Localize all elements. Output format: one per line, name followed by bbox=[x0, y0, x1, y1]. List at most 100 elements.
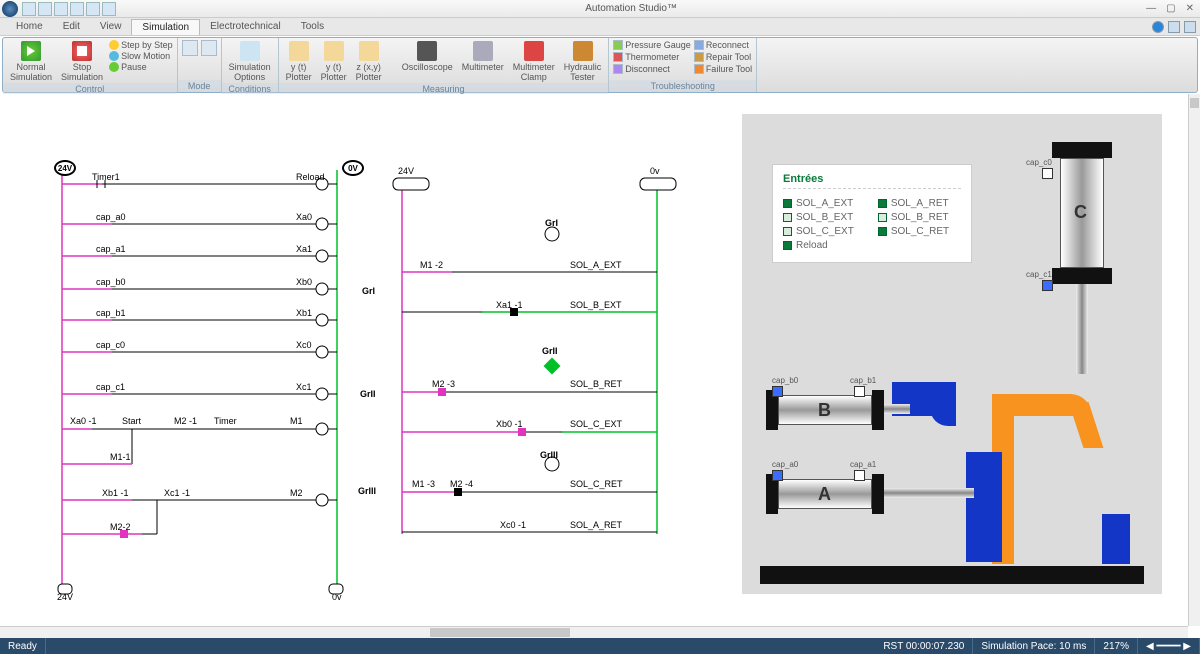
multimeter-clamp-button[interactable]: Multimeter Clamp bbox=[510, 40, 558, 83]
status-zoom[interactable]: 217% bbox=[1095, 638, 1138, 654]
mode-btn[interactable] bbox=[182, 40, 198, 56]
lbl: M2-2 bbox=[110, 522, 131, 532]
lbl: SOL_A_EXT bbox=[570, 260, 622, 270]
xy-plotter-button[interactable]: z (x,y) Plotter bbox=[353, 40, 385, 83]
help-icon[interactable] bbox=[1152, 21, 1164, 33]
lbl: M1 -3 bbox=[412, 479, 435, 489]
failure-tool-button[interactable]: Failure Tool bbox=[694, 64, 752, 74]
sensor-label: cap_c1 bbox=[1026, 270, 1052, 279]
sensor-icon bbox=[854, 470, 865, 481]
lbl: Xa0 bbox=[296, 212, 312, 222]
normal-simulation-button[interactable]: Normal Simulation bbox=[7, 40, 55, 83]
step-by-step-button[interactable]: Step by Step bbox=[109, 40, 173, 50]
stop-simulation-button[interactable]: Stop Simulation bbox=[58, 40, 106, 83]
oscilloscope-button[interactable]: Oscilloscope bbox=[399, 40, 456, 73]
lbl: Xc1 -1 bbox=[164, 488, 190, 498]
entries-left-col: SOL_A_EXT SOL_B_EXT SOL_C_EXT Reload bbox=[783, 195, 854, 254]
tab-tools[interactable]: Tools bbox=[291, 19, 334, 34]
lbl: GrI bbox=[545, 218, 558, 228]
lbl: SOL_C_EXT bbox=[570, 419, 622, 429]
mechanism-panel: Entrées SOL_A_EXT SOL_B_EXT SOL_C_EXT Re… bbox=[742, 114, 1162, 594]
entry-row: SOL_C_RET bbox=[878, 226, 949, 237]
pressure-gauge-button[interactable]: Pressure Gauge bbox=[613, 40, 691, 50]
ribbon-tab-strip: Home Edit View Simulation Electrotechnic… bbox=[0, 18, 1200, 36]
lbl: cap_a1 bbox=[96, 244, 126, 254]
qat-button[interactable] bbox=[38, 2, 52, 16]
node-0v: 0V bbox=[342, 160, 364, 176]
sensor-label: cap_b0 bbox=[772, 376, 798, 385]
fixture-blue bbox=[1102, 514, 1130, 564]
pause-button[interactable]: Pause bbox=[109, 62, 173, 72]
tab-electrotechnical[interactable]: Electrotechnical bbox=[200, 19, 291, 34]
status-ready: Ready bbox=[0, 638, 46, 654]
lbl: Start bbox=[122, 416, 141, 426]
lbl: GrIII bbox=[540, 450, 558, 460]
minimize-button[interactable]: — bbox=[1146, 3, 1156, 14]
lbl: Xc0 -1 bbox=[500, 520, 526, 530]
entry-row: SOL_A_RET bbox=[878, 198, 949, 209]
ribbon-right-group bbox=[1152, 21, 1200, 33]
status-rst: RST 00:00:07.230 bbox=[875, 638, 973, 654]
lbl: Xb1 bbox=[296, 308, 312, 318]
bracket-part bbox=[992, 394, 1102, 564]
zt-plotter-button[interactable]: y (t) Plotter bbox=[318, 40, 350, 83]
rib-btn[interactable] bbox=[1168, 21, 1180, 33]
disconnect-button[interactable]: Disconnect bbox=[613, 64, 691, 74]
sensor-label: cap_c0 bbox=[1026, 158, 1052, 167]
lbl: cap_c0 bbox=[96, 340, 125, 350]
entry-row: SOL_A_EXT bbox=[783, 198, 854, 209]
lbl: Xb0 -1 bbox=[496, 419, 523, 429]
lbl: Timer1 bbox=[92, 172, 120, 182]
lbl: M2 -1 bbox=[174, 416, 197, 426]
tab-home[interactable]: Home bbox=[6, 19, 53, 34]
lbl: 24V bbox=[57, 592, 73, 602]
repair-tool-button[interactable]: Repair Tool bbox=[694, 52, 752, 62]
lbl: GrII bbox=[360, 389, 376, 399]
multimeter-button[interactable]: Multimeter bbox=[459, 40, 507, 73]
rib-btn[interactable] bbox=[1184, 21, 1196, 33]
qat-button[interactable] bbox=[54, 2, 68, 16]
base-plate bbox=[760, 566, 1144, 584]
lbl: Xa1 bbox=[296, 244, 312, 254]
sensor-icon bbox=[1042, 280, 1053, 291]
mode-btn[interactable] bbox=[201, 40, 217, 56]
title-bar: Automation Studio™ — ▢ ✕ bbox=[0, 0, 1200, 18]
vertical-scrollbar[interactable] bbox=[1188, 94, 1200, 626]
status-bar: Ready RST 00:00:07.230 Simulation Pace: … bbox=[0, 638, 1200, 654]
horizontal-scrollbar[interactable] bbox=[0, 626, 1188, 638]
thermometer-button[interactable]: Thermometer bbox=[613, 52, 691, 62]
lbl: cap_b0 bbox=[96, 277, 126, 287]
hydraulic-tester-button[interactable]: Hydraulic Tester bbox=[561, 40, 605, 83]
node-24v: 24V bbox=[54, 160, 76, 176]
lbl: Xa1 -1 bbox=[496, 300, 523, 310]
window-controls: — ▢ ✕ bbox=[1146, 3, 1200, 14]
tab-edit[interactable]: Edit bbox=[53, 19, 90, 34]
qat-button[interactable] bbox=[70, 2, 84, 16]
lbl: M1 -2 bbox=[420, 260, 443, 270]
schematic-canvas[interactable]: 24V 0V Timer1 Reload cap_a0 Xa0 cap_a1 X… bbox=[2, 94, 1198, 626]
status-pace: Simulation Pace: 10 ms bbox=[973, 638, 1095, 654]
yt-plotter-button[interactable]: y (t) Plotter bbox=[283, 40, 315, 83]
sensor-icon bbox=[1042, 168, 1053, 179]
reconnect-button[interactable]: Reconnect bbox=[694, 40, 752, 50]
lbl: 0v bbox=[332, 592, 342, 602]
lbl: Xc0 bbox=[296, 340, 312, 350]
lbl: Xa0 -1 bbox=[70, 416, 97, 426]
entry-row: SOL_B_EXT bbox=[783, 212, 854, 223]
status-zoom-controls[interactable]: ◀ ━━━━ ▶ bbox=[1138, 638, 1200, 654]
lbl: M2 bbox=[290, 488, 303, 498]
fixture-blue bbox=[966, 452, 1002, 562]
qat-button[interactable] bbox=[22, 2, 36, 16]
quick-access-toolbar bbox=[22, 2, 116, 16]
qat-button[interactable] bbox=[86, 2, 100, 16]
close-button[interactable]: ✕ bbox=[1186, 3, 1194, 14]
simulation-options-button[interactable]: Simulation Options bbox=[226, 40, 274, 83]
tab-view[interactable]: View bbox=[90, 19, 132, 34]
ribbon-group-conditions: Simulation Options Conditions bbox=[222, 38, 279, 92]
qat-button[interactable] bbox=[102, 2, 116, 16]
slow-motion-button[interactable]: Slow Motion bbox=[109, 51, 173, 61]
tab-simulation[interactable]: Simulation bbox=[131, 19, 200, 35]
maximize-button[interactable]: ▢ bbox=[1166, 3, 1175, 14]
lbl: GrIII bbox=[358, 486, 376, 496]
sensor-icon bbox=[854, 386, 865, 397]
